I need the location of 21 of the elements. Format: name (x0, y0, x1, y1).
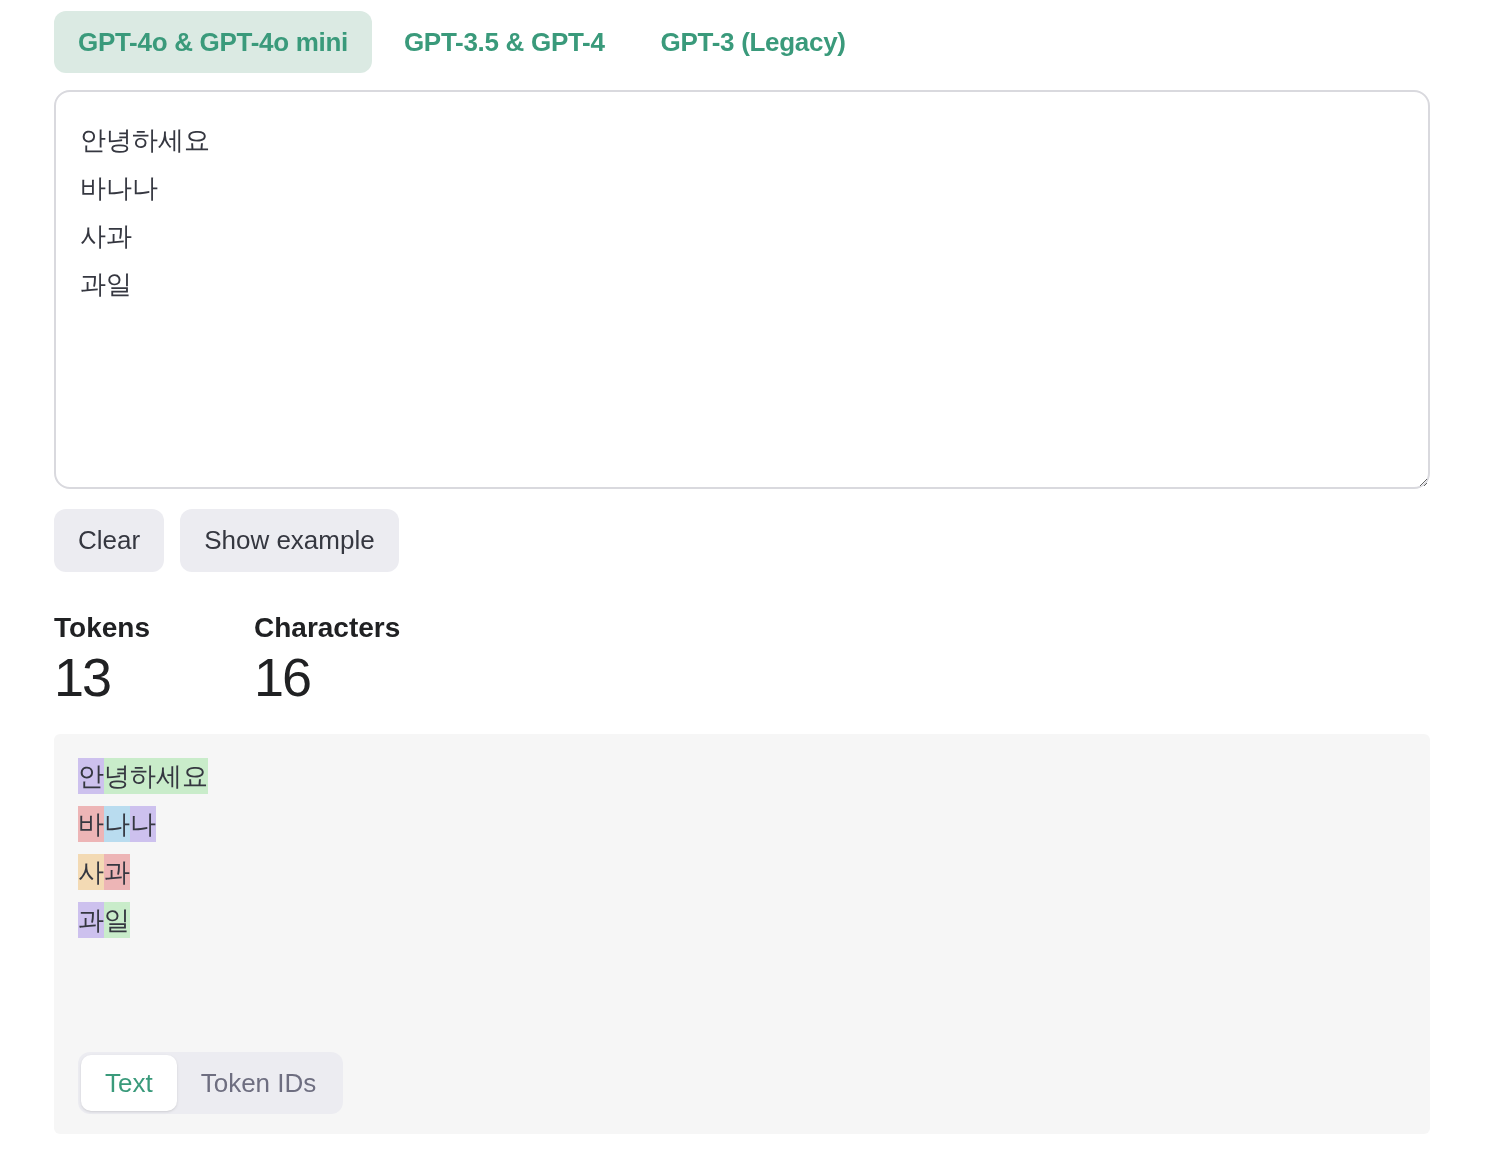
token-highlight: 일 (104, 902, 130, 938)
stat-value: 13 (54, 646, 112, 709)
token-highlight: 사 (78, 854, 104, 890)
model-tab[interactable]: GPT-4o & GPT-4o mini (54, 11, 372, 73)
action-button[interactable]: Clear (54, 509, 165, 572)
token-highlight: 나 (130, 806, 156, 842)
token-highlight: 안 (78, 758, 104, 794)
stat-label: Characters (254, 612, 401, 644)
model-tab[interactable]: GPT-3 (Legacy) (636, 11, 870, 73)
model-tab[interactable]: GPT-3.5 & GPT-4 (379, 11, 629, 73)
token-highlight: 과 (104, 854, 130, 890)
view-tab[interactable]: Text (81, 1055, 177, 1111)
action-button[interactable]: Show example (180, 509, 399, 572)
token-highlight: 나 (104, 806, 130, 842)
text-input-field[interactable]: 안녕하세요 바나나 사과 과일 (54, 90, 1430, 489)
token-highlight: 바 (78, 806, 104, 842)
stat-label: Tokens (54, 612, 151, 644)
token-highlight: 과 (78, 902, 104, 938)
token-highlight: 녕하세요 (104, 758, 208, 794)
view-tab[interactable]: Token IDs (176, 1055, 341, 1111)
stat-value: 16 (254, 646, 312, 709)
